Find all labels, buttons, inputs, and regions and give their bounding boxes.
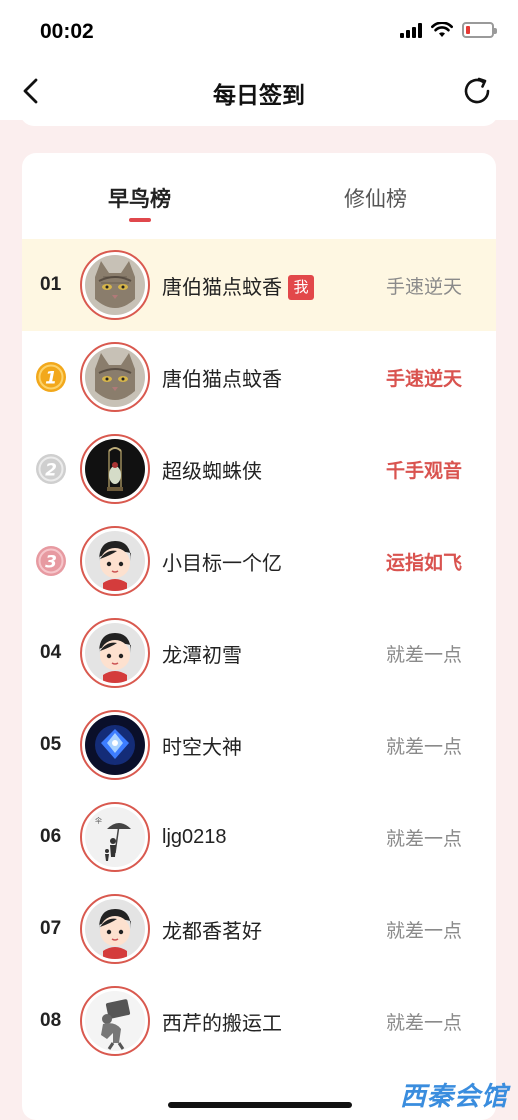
home-indicator — [168, 1102, 352, 1108]
rank-row[interactable]: 05 时空大神 就差一点 — [22, 699, 496, 791]
username: ljg0218 — [162, 825, 227, 848]
medal-rank: 2 — [45, 461, 57, 481]
gold-medal-icon: 1 — [36, 362, 66, 392]
status-icons — [400, 22, 497, 38]
self-rank-row[interactable]: 01 唐伯猫点蚊香我 手速逆天 — [22, 239, 496, 331]
username: 小目标一个亿 — [162, 552, 282, 575]
rank-status: 就差一点 — [385, 644, 462, 666]
page-title: 每日签到 — [213, 82, 305, 108]
rank-status: 就差一点 — [385, 1012, 462, 1034]
status-time: 00:02 — [40, 20, 94, 43]
medal-rank: 1 — [45, 369, 57, 389]
cellular-signal-icon — [400, 22, 422, 38]
wifi-icon — [431, 22, 453, 37]
username: 唐伯猫点蚊香 — [162, 368, 282, 391]
svg-text:伞: 伞 — [95, 816, 102, 825]
summary-card-edge — [20, 110, 498, 126]
rank-status: 就差一点 — [385, 736, 462, 758]
blue-crystal-avatar[interactable] — [80, 710, 150, 780]
username: 龙都香茗好 — [162, 920, 262, 943]
refresh-button[interactable] — [460, 74, 494, 108]
bronze-medal-icon: 3 — [36, 546, 66, 576]
rank-row[interactable]: 07 龙都香茗好 就差一点 — [22, 883, 496, 975]
rank-status: 运指如飞 — [385, 552, 462, 574]
rank-number: 04 — [40, 642, 62, 663]
rank-status: 手速逆天 — [385, 276, 462, 298]
rank-status: 千手观音 — [385, 460, 462, 482]
username: 西芹的搬运工 — [162, 1012, 282, 1035]
medal-rank: 3 — [45, 553, 57, 573]
rank-row[interactable]: 04 龙潭初雪 就差一点 — [22, 607, 496, 699]
watermark-logo: 西秦会馆 — [399, 1081, 508, 1111]
leaderboard-card: 早鸟榜 修仙榜 01 唐伯猫点蚊香我 手速逆天 1 唐伯猫点蚊香 手速逆天 2 … — [22, 153, 496, 1120]
rank-row[interactable]: 3 小目标一个亿 运指如飞 — [22, 515, 496, 607]
silver-medal-icon: 2 — [36, 454, 66, 484]
tab-xiuxian[interactable]: 修仙榜 — [344, 183, 407, 213]
username-text: 唐伯猫点蚊香 — [162, 276, 282, 299]
me-badge: 我 — [288, 274, 314, 300]
rank-number: 06 — [40, 826, 62, 847]
username: 时空大神 — [162, 736, 242, 759]
rank-number: 07 — [40, 918, 62, 939]
cartoon-kid-avatar[interactable] — [80, 894, 150, 964]
rank-status: 就差一点 — [385, 828, 462, 850]
jade-ornament-avatar[interactable] — [80, 434, 150, 504]
rank-row[interactable]: 06 伞 ljg0218 就差一点 — [22, 791, 496, 883]
cat-avatar[interactable] — [80, 250, 150, 320]
rank-number: 05 — [40, 734, 62, 755]
battery-icon — [462, 22, 497, 38]
rank-row[interactable]: 2 超级蜘蛛侠 千手观音 — [22, 423, 496, 515]
rank-status: 就差一点 — [385, 920, 462, 942]
refresh-icon — [464, 77, 490, 104]
rank-number: 08 — [40, 1010, 62, 1031]
active-tab-indicator — [129, 218, 151, 222]
tab-early-bird[interactable]: 早鸟榜 — [108, 183, 171, 213]
umbrella-sketch-avatar[interactable]: 伞 — [80, 802, 150, 872]
porter-figure-avatar[interactable] — [80, 986, 150, 1056]
username: 龙潭初雪 — [162, 644, 242, 667]
leaderboard-tabs: 早鸟榜 修仙榜 — [22, 153, 496, 239]
cartoon-kid-avatar[interactable] — [80, 618, 150, 688]
username: 唐伯猫点蚊香我 — [162, 271, 314, 300]
rank-row[interactable]: 1 唐伯猫点蚊香 手速逆天 — [22, 331, 496, 423]
cat-avatar[interactable] — [80, 342, 150, 412]
rank-row[interactable]: 08 西芹的搬运工 就差一点 — [22, 975, 496, 1067]
username: 超级蜘蛛侠 — [162, 460, 262, 483]
cartoon-kid-avatar[interactable] — [80, 526, 150, 596]
rank-number: 01 — [40, 274, 62, 295]
status-bar: 00:02 — [0, 0, 518, 62]
rank-status: 手速逆天 — [385, 368, 462, 390]
